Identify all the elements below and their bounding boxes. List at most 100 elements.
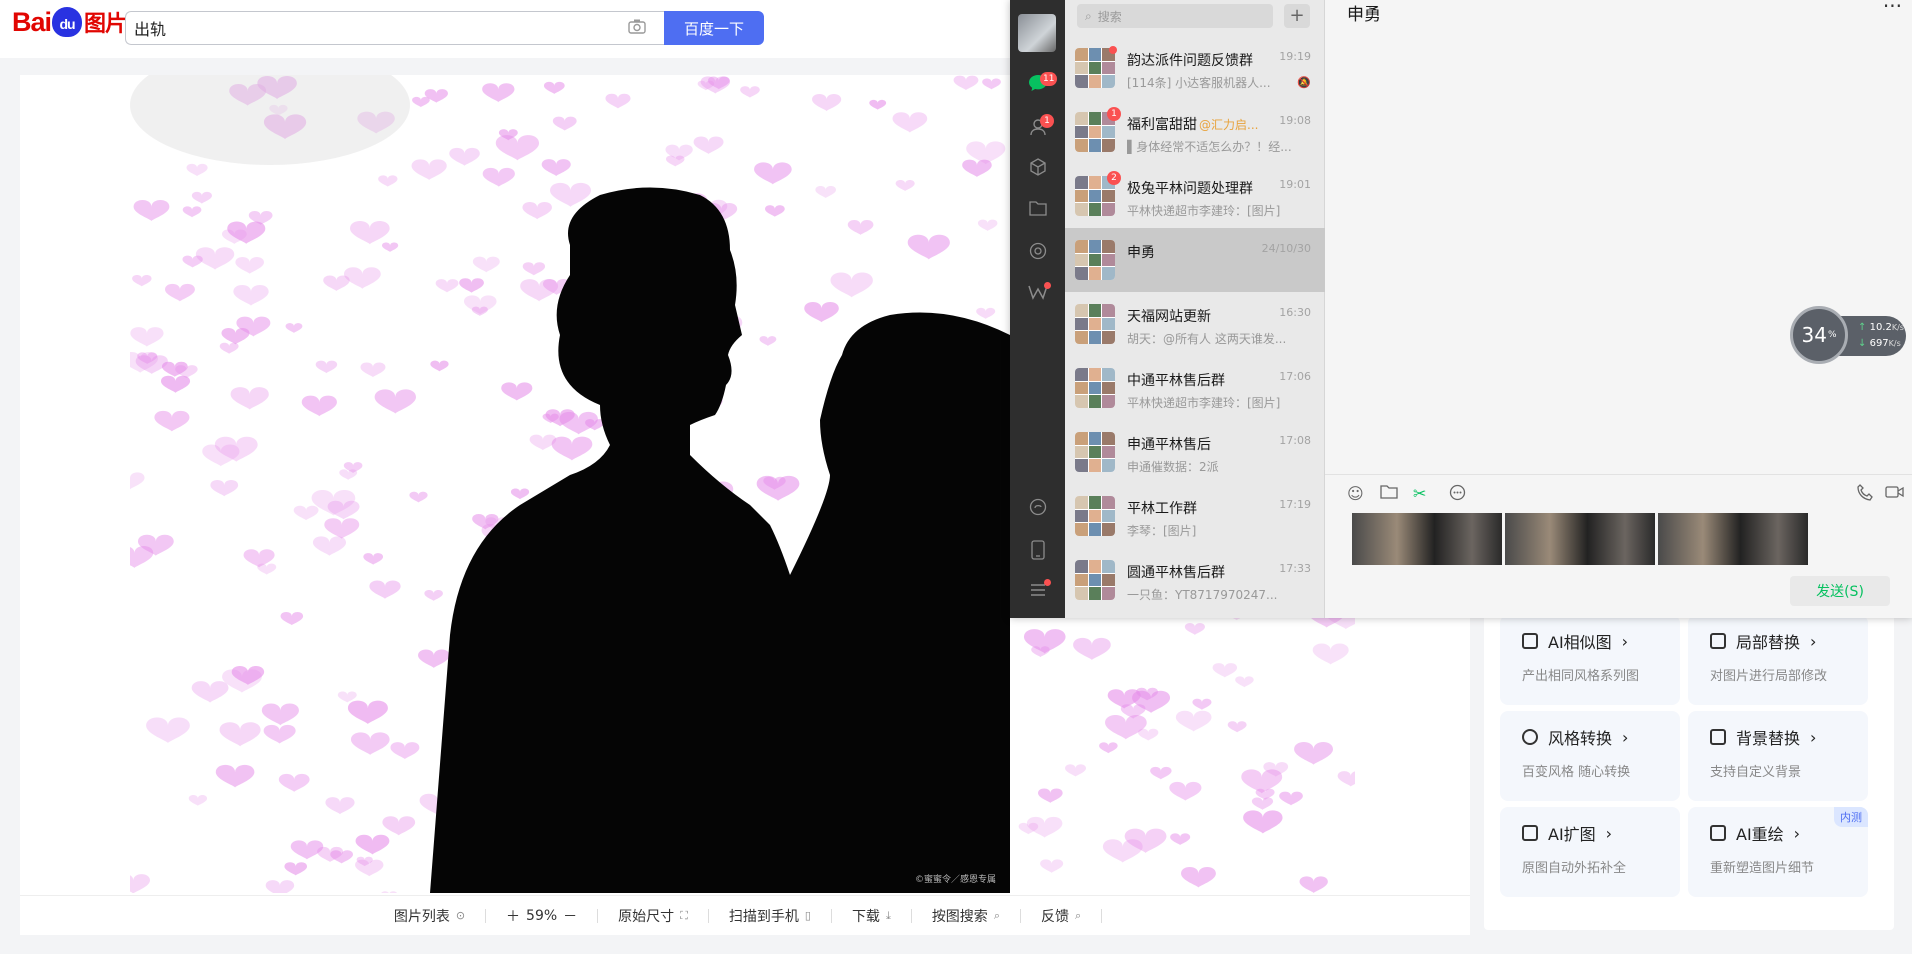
feature-desc: 产出相同风格系列图: [1522, 669, 1640, 684]
feedback-button[interactable]: 反馈 ⌕: [1035, 906, 1087, 926]
file-icon[interactable]: [1380, 484, 1398, 503]
conversation-avatar: [1075, 240, 1115, 280]
conversation-preview: 申通催数据：2派: [1127, 460, 1219, 474]
contacts-badge: 1: [1040, 114, 1054, 128]
add-button[interactable]: +: [1284, 4, 1310, 28]
pasted-images[interactable]: [1352, 513, 1808, 565]
conversation-item[interactable]: 申通平林售后 17:08 申通催数据：2派: [1065, 420, 1325, 484]
self-avatar[interactable]: [1018, 14, 1056, 52]
conversation-name-text: 平林工作群: [1127, 501, 1197, 517]
heart-shape: [1040, 859, 1064, 873]
expand-icon: [1522, 825, 1538, 841]
feature-desc: 原图自动外拓补全: [1522, 861, 1627, 876]
heart-shape: [1181, 867, 1216, 888]
divider: [1101, 908, 1103, 923]
folder-icon[interactable]: [1028, 200, 1048, 220]
download-button[interactable]: 下载 ⤓: [846, 906, 897, 926]
original-size-label: 原始尺寸: [618, 908, 675, 925]
conversation-item[interactable]: 中通平林售后群 17:06 平林快递超市李建玲：[图片]: [1065, 356, 1325, 420]
logo-text-images: 图片: [84, 11, 127, 36]
conversation-avatar: [1075, 560, 1115, 600]
feature-desc: 对图片进行局部修改: [1710, 669, 1828, 684]
zoom-out-icon[interactable]: －: [563, 906, 577, 926]
send-button[interactable]: 发送(S): [1790, 576, 1890, 606]
conversation-name: 申勇: [1127, 242, 1155, 262]
image-toolbar: 图片列表 ⊙ ＋ 59% － 原始尺寸 ⛶ 扫描到手机 ▯ 下载 ⤓ 按图搜索 ⌕ 反馈 ⌕: [20, 895, 1470, 935]
zoom-in-icon[interactable]: ＋: [506, 906, 520, 926]
conversation-item[interactable]: 极兔平林问题处理群 19:01 平林快递超市李建玲：[图片] 2: [1065, 164, 1325, 228]
emoji-icon[interactable]: ☺: [1347, 484, 1364, 503]
feature-title: 背景替换: [1736, 729, 1801, 748]
search-input[interactable]: 出轨: [125, 11, 664, 45]
chat-history-icon[interactable]: [1449, 484, 1466, 505]
voice-call-icon[interactable]: [1857, 484, 1874, 505]
heart-shape: [1175, 710, 1212, 732]
feedback-label: 反馈: [1040, 908, 1069, 925]
heart-shape: [1073, 637, 1111, 661]
conversation-name: 圆通平林售后群: [1127, 562, 1225, 582]
mention-tag: @汇力启...: [1199, 118, 1259, 132]
video-call-icon[interactable]: [1885, 484, 1905, 503]
network-speed-widget[interactable]: 34% ↑ 10.2K/s ↓ 697K/s: [1790, 306, 1906, 366]
divider: [910, 908, 912, 923]
scan-to-phone-button[interactable]: 扫描到手机 ▯: [723, 906, 817, 926]
conversation-item[interactable]: 平林工作群 17:19 李琴：[图片]: [1065, 484, 1325, 548]
similar-icon: [1522, 633, 1538, 649]
logo-paw-icon: du: [52, 7, 83, 37]
mini-program-icon[interactable]: [1028, 498, 1048, 518]
feature-ai-similar[interactable]: AI相似图 › 产出相同风格系列图: [1500, 615, 1680, 705]
conversation-item[interactable]: 韵达派件问题反馈群 19:19 [114条] 小达客服机器人... 🔕: [1065, 36, 1325, 100]
conversation-item[interactable]: 天福网站更新 16:30 胡天：@所有人 这两天谁发...: [1065, 292, 1325, 356]
feature-background-replace[interactable]: 背景替换 › 支持自定义背景: [1688, 711, 1868, 801]
search-button[interactable]: 百度一下: [664, 11, 764, 45]
heart-shape: [1192, 698, 1212, 710]
heart-shape: [1150, 766, 1172, 780]
feedback-icon: ⌕: [1074, 908, 1082, 922]
divider: [707, 908, 709, 923]
conversation-item[interactable]: 申勇 24/10/30: [1065, 228, 1325, 292]
chevron-right-icon: ›: [1605, 823, 1613, 843]
pasted-image[interactable]: [1658, 513, 1808, 565]
wechat-search-input[interactable]: ⌕ 搜索: [1077, 4, 1273, 28]
original-size-button[interactable]: 原始尺寸 ⛶: [612, 906, 694, 926]
preview-image[interactable]: ©蜜蜜令／感恩专属: [130, 75, 1010, 893]
feature-ai-expand[interactable]: AI扩图 › 原图自动外拓补全: [1500, 807, 1680, 897]
heart-shape: [1251, 797, 1274, 810]
heart-shape: [1099, 742, 1118, 754]
conversation-name: 天福网站更新: [1127, 306, 1211, 326]
upload-speed: 10.2: [1869, 322, 1892, 333]
feature-ai-redraw[interactable]: 内测 AI重绘 › 重新塑造图片细节: [1688, 807, 1868, 897]
favorites-cube-icon[interactable]: [1028, 158, 1048, 178]
channels-dot: [1044, 282, 1051, 289]
unread-badge: 1: [1107, 107, 1121, 121]
usage-percent: 34: [1801, 323, 1827, 347]
heart-shape: [1038, 788, 1063, 804]
heart-shape: [1212, 663, 1238, 678]
conversation-item[interactable]: 福利富甜甜 @汇力启... 19:08 ▌身体经常不适怎么办？！经... 1: [1065, 100, 1325, 164]
feature-style-transfer[interactable]: 风格转换 › 百变风格 随心转换: [1500, 711, 1680, 801]
phone-icon: ▯: [804, 909, 811, 922]
image-search-icon: ⌕: [993, 908, 1000, 922]
feature-partial-replace[interactable]: 局部替换 › 对图片进行局部修改: [1688, 615, 1868, 705]
camera-icon[interactable]: [628, 18, 648, 36]
phone-icon[interactable]: [1028, 540, 1048, 560]
baidu-logo[interactable]: Bai du 图片: [12, 6, 127, 38]
conversation-preview: ▌身体经常不适怎么办？！经...: [1127, 140, 1292, 154]
pasted-image[interactable]: [1505, 513, 1655, 565]
more-icon[interactable]: ···: [1883, 0, 1902, 18]
screenshot-scissors-icon[interactable]: ✂: [1413, 484, 1426, 503]
heart-shape: [1169, 781, 1202, 801]
download-icon: ⤓: [885, 908, 891, 922]
pasted-image[interactable]: [1352, 513, 1502, 565]
conversation-item[interactable]: 圆通平林售后群 17:33 一只鱼：YT8717970247...: [1065, 548, 1325, 612]
heart-shape: [1312, 643, 1349, 665]
chat-title: 申勇: [1347, 5, 1381, 25]
conversation-list: ⌕ 搜索 + 韵达派件问题反馈群 19:19 [114条] 小达客服机器人... 🔕 福…: [1065, 0, 1325, 618]
heart-shape: [1102, 839, 1143, 863]
conversation-avatar: [1075, 48, 1115, 88]
image-search-button[interactable]: 按图搜索 ⌕: [926, 906, 1006, 926]
ai-features-panel: AI相似图 › 产出相同风格系列图 局部替换 › 对图片进行局部修改 风格转换 › 百…: [1484, 605, 1894, 930]
moments-icon[interactable]: [1028, 242, 1048, 262]
conversation-time: 17:08: [1279, 434, 1311, 447]
image-list-button[interactable]: 图片列表 ⊙: [388, 906, 471, 926]
